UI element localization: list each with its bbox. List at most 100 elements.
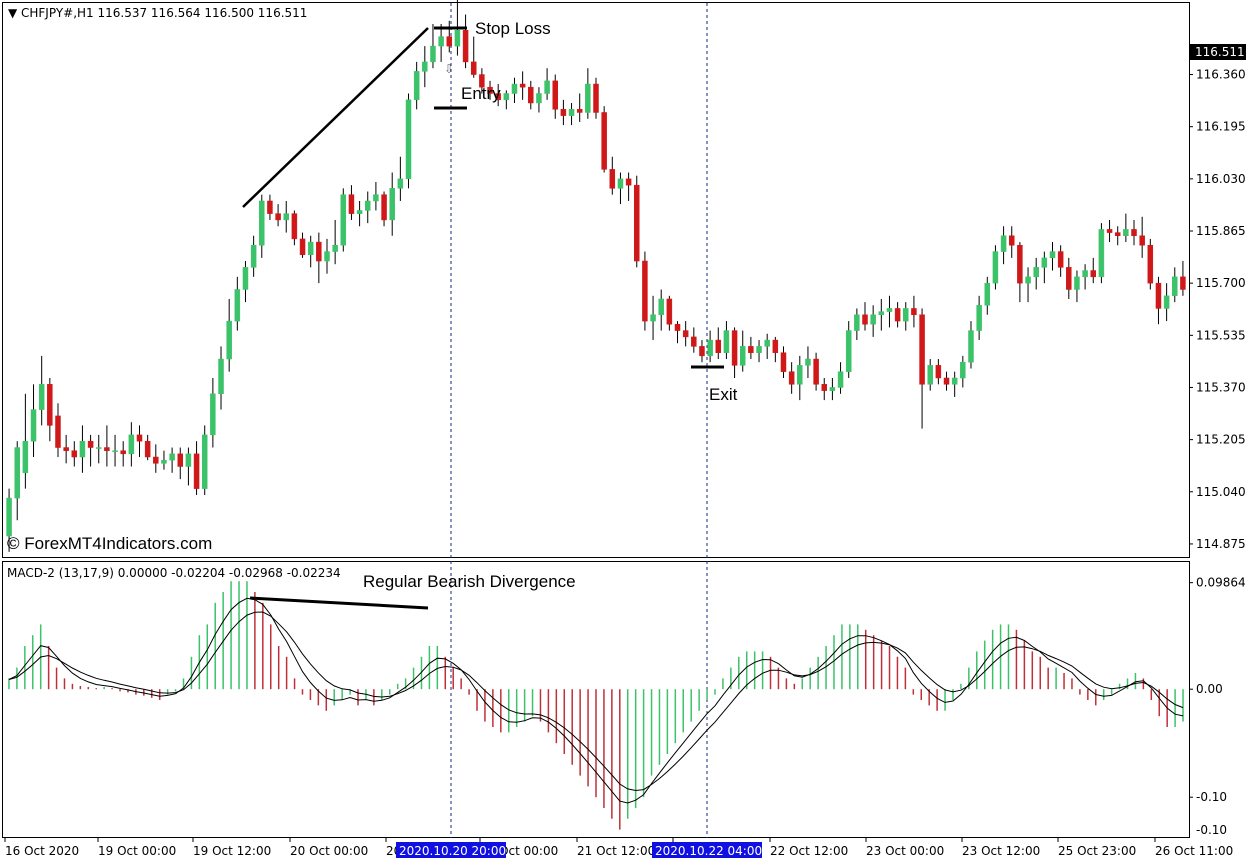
candle-body: [682, 330, 689, 338]
candle-body: [1180, 276, 1186, 290]
time-tick-label: 23 Oct 12:00: [962, 844, 1040, 858]
candle-body: [1172, 276, 1178, 297]
candle-body: [365, 200, 371, 211]
time-tick-label: 19 Oct 00:00: [98, 844, 176, 858]
candle-body: [1008, 235, 1015, 246]
candle-body: [120, 450, 126, 455]
candle: [593, 77, 599, 119]
candle-body: [95, 447, 102, 449]
crosshair-time-label: 2020.10.20 20:00: [399, 844, 506, 858]
candle-body: [153, 456, 159, 464]
candle-body: [739, 346, 746, 366]
candle-body: [22, 440, 29, 474]
candle-body: [250, 244, 257, 268]
candle-body: [6, 497, 12, 537]
candle-body: [601, 112, 607, 170]
candle-body: [699, 346, 705, 357]
candle-body: [55, 415, 61, 448]
candle-body: [911, 308, 917, 316]
candle-body: [756, 346, 762, 353]
candle-body: [470, 61, 477, 75]
candle-body: [1090, 270, 1097, 278]
crosshair-time-label: 2020.10.22 04:00: [655, 844, 762, 858]
candle-body: [764, 339, 770, 347]
candle-body: [397, 178, 404, 189]
symbol-arrow-icon: ▼: [8, 6, 18, 20]
candle-body: [1114, 232, 1121, 236]
candle-body: [552, 80, 558, 110]
candle-body: [788, 371, 795, 385]
entry-arrow-icon: ⇩: [444, 62, 454, 76]
price-tick-label: 115.370: [1196, 380, 1246, 394]
candle-body: [854, 314, 860, 331]
candle-body: [1033, 267, 1039, 278]
candle-body: [519, 83, 526, 88]
time-tick-label: 26 Oct 11:00: [1155, 844, 1233, 858]
candle-body: [413, 71, 420, 101]
candle-body: [780, 352, 787, 372]
candle-body: [324, 251, 330, 262]
candle-body: [984, 282, 991, 306]
candle-body: [112, 450, 118, 452]
candle-body: [813, 358, 819, 385]
candle-body: [585, 83, 591, 113]
candle-body: [275, 213, 281, 221]
candle-body: [829, 387, 836, 391]
candle-body: [38, 384, 45, 410]
candle-body: [723, 330, 730, 353]
candle: [634, 175, 640, 268]
candle-body: [226, 320, 232, 360]
candle: [992, 245, 999, 290]
candle-body: [544, 80, 550, 94]
candle: [1147, 238, 1154, 290]
macd-axis: 0.09864 0.00 -0.10: [1189, 576, 1246, 804]
price-tick-label: 116.030: [1196, 172, 1246, 186]
candle-body: [291, 213, 298, 240]
candle-body: [389, 188, 395, 221]
candle-body: [30, 409, 37, 442]
candle-body: [666, 298, 673, 325]
candle-body: [381, 194, 387, 221]
candle-body: [316, 241, 322, 262]
candle-body: [511, 83, 518, 94]
time-tick-label: 21 Oct 12:00: [577, 844, 655, 858]
candle-body: [332, 244, 338, 252]
candle-body: [454, 30, 461, 47]
candle-body: [503, 93, 510, 101]
candle-body: [259, 200, 265, 246]
candle-body: [1147, 244, 1154, 284]
macd-bottom-tick-label: -0.10: [1196, 823, 1227, 837]
candle-body: [356, 210, 363, 214]
candle-body: [797, 365, 803, 385]
candle-body: [1025, 276, 1031, 284]
candle-body: [234, 289, 241, 322]
candle-body: [405, 99, 412, 180]
candle-body: [177, 453, 184, 467]
candle-body: [1041, 257, 1048, 268]
candle-body: [862, 314, 868, 325]
candle-body: [63, 447, 69, 451]
exit-label: Exit: [709, 385, 738, 404]
last-price-label: 116.511: [1195, 45, 1245, 59]
price-tick-label: 116.195: [1196, 120, 1246, 134]
price-tick-label: 115.700: [1196, 276, 1246, 290]
candle-body: [642, 260, 648, 322]
candle-body: [104, 447, 110, 451]
candle-body: [242, 267, 249, 290]
candle-body: [1057, 251, 1064, 268]
candle-body: [650, 314, 656, 322]
candle-body: [927, 365, 933, 385]
candle-body: [658, 298, 664, 316]
stop-loss-label: Stop Loss: [475, 19, 551, 38]
candle-body: [772, 339, 779, 353]
candle-body: [568, 109, 575, 116]
candle-body: [870, 314, 876, 325]
trading-chart: 116.360 116.195 116.030 115.865 115.700 115.5…: [2, 0, 1246, 858]
candle-body: [1163, 295, 1170, 309]
time-tick-label: 20 Oct 00:00: [290, 844, 368, 858]
price-axis: 116.360 116.195 116.030 115.865 115.700 115.5…: [1189, 68, 1246, 551]
candle-body: [144, 440, 151, 458]
price-tick-label: 116.360: [1196, 68, 1246, 82]
candle-body: [943, 377, 950, 385]
candle-body: [903, 308, 909, 322]
